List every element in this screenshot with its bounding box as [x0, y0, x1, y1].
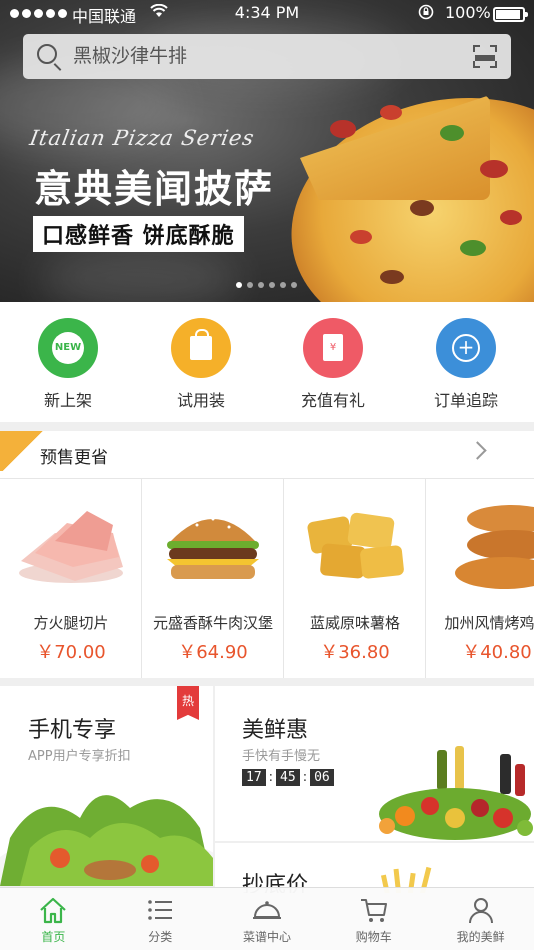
product-name: 元盛香酥牛肉汉堡: [152, 614, 273, 632]
pager-dot[interactable]: [247, 282, 253, 288]
salad-image: [0, 795, 213, 886]
banner-pager[interactable]: [236, 282, 297, 288]
product-list: 方火腿切片 ￥70.00 元盛香酥牛肉汉堡 ￥64.90 蓝威原味薯格 ￥36.…: [0, 479, 534, 678]
pager-dot[interactable]: [269, 282, 275, 288]
search-icon: [37, 44, 57, 64]
product-price: ￥70.00: [36, 642, 106, 663]
quick-link-label: 试用装: [176, 391, 225, 410]
search-input[interactable]: [73, 42, 453, 70]
countdown-timer: 17 : 45 : 06: [242, 769, 334, 786]
bottom-tab-bar: 首页 分类 菜谱中心 购物车 我的美鲜: [0, 887, 534, 950]
battery-percent: 100%: [445, 3, 491, 22]
pager-dot[interactable]: [291, 282, 297, 288]
tab-recipes[interactable]: 菜谱中心: [214, 888, 321, 950]
timer-minutes: 45: [276, 769, 300, 786]
product-image: [167, 517, 259, 579]
list-icon: [145, 896, 175, 924]
quick-link-new-arrivals[interactable]: NEW 新上架: [13, 318, 123, 411]
product-price: ￥64.90: [178, 642, 248, 663]
product-name: 方火腿切片: [33, 614, 109, 632]
search-bar[interactable]: [23, 34, 511, 79]
promo-title: 美鲜惠: [242, 718, 309, 743]
promo-flash-deals[interactable]: 美鲜惠 手快有手慢无 17 : 45 : 06: [215, 686, 534, 841]
battery-icon: [493, 7, 528, 22]
promo-banner[interactable]: 中国联通 4:34 PM 100% Italian Pizza Series 意…: [0, 0, 534, 302]
presale-section: 预售更省 方火腿切片 ￥70.00 元盛香酥牛肉汉堡 ￥64.90 蓝威原味薯格…: [0, 431, 534, 678]
shopping-bag-icon: [171, 318, 231, 378]
promo-subtitle: APP用户专享折扣: [28, 749, 131, 764]
quick-link-label: 订单追踪: [433, 391, 498, 410]
banner-headline: 意典美闻披萨: [34, 166, 275, 211]
tab-cart[interactable]: 购物车: [320, 888, 427, 950]
product-image: [307, 512, 404, 579]
promo-title: 手机专享: [28, 718, 117, 743]
hot-badge: 热: [177, 686, 199, 720]
timer-hours: 17: [242, 769, 266, 786]
quick-link-trial-size[interactable]: 试用装: [146, 318, 256, 411]
timer-seconds: 06: [310, 769, 334, 786]
promo-mobile-exclusive[interactable]: 手机专享 APP用户专享折扣 热: [0, 686, 213, 886]
tab-category[interactable]: 分类: [107, 888, 214, 950]
tab-home[interactable]: 首页: [0, 888, 107, 950]
quick-link-order-tracking[interactable]: + 订单追踪: [411, 318, 521, 411]
user-icon: [466, 896, 496, 924]
chevron-right-icon[interactable]: [468, 441, 487, 460]
banner-script-title: Italian Pizza Series: [27, 126, 257, 150]
banner-tagline: 口感鲜香 饼底酥脆: [33, 216, 244, 252]
quick-link-label: 充值有礼: [300, 391, 365, 410]
tab-my-account[interactable]: 我的美鲜: [427, 888, 534, 950]
tab-label: 我的美鲜: [456, 930, 505, 944]
quick-link-recharge-gift[interactable]: ¥ 充值有礼: [278, 318, 388, 411]
product-card[interactable]: 加州风情烤鸡翅 ￥40.80: [426, 479, 534, 678]
cloche-icon: [252, 896, 282, 924]
product-card[interactable]: 方火腿切片 ￥70.00: [0, 479, 142, 678]
scan-icon[interactable]: [473, 45, 497, 68]
presale-header[interactable]: 预售更省: [0, 431, 534, 479]
cart-icon: [359, 896, 389, 924]
product-name: 加州风情烤鸡翅: [444, 614, 534, 632]
quick-link-label: 新上架: [43, 391, 92, 410]
pager-dot[interactable]: [280, 282, 286, 288]
product-image: [19, 511, 123, 583]
tab-label: 分类: [148, 930, 173, 944]
promo-subtitle: 手快有手慢无: [242, 749, 321, 764]
promo-bottom-price[interactable]: 抄底价: [215, 843, 534, 893]
groceries-image: [379, 746, 533, 840]
tab-label: 购物车: [355, 930, 392, 944]
pager-dot[interactable]: [236, 282, 242, 288]
rotation-lock-icon: [418, 4, 434, 24]
product-price: ￥40.80: [462, 642, 532, 663]
pager-dot[interactable]: [258, 282, 264, 288]
quick-links: NEW 新上架 试用装 ¥ 充值有礼 + 订单追踪: [0, 302, 534, 422]
product-price: ￥36.80: [320, 642, 390, 663]
tab-label: 首页: [41, 930, 66, 944]
product-image: [455, 505, 534, 589]
status-bar: 中国联通 4:34 PM 100%: [0, 0, 534, 28]
product-card[interactable]: 蓝威原味薯格 ￥36.80: [284, 479, 426, 678]
home-icon: [38, 896, 68, 924]
app-screen: 中国联通 4:34 PM 100% Italian Pizza Series 意…: [0, 0, 534, 950]
product-name: 蓝威原味薯格: [309, 614, 400, 632]
tab-label: 菜谱中心: [242, 930, 291, 944]
red-envelope-icon: ¥: [303, 318, 363, 378]
new-badge-icon: NEW: [38, 318, 98, 378]
product-card[interactable]: 元盛香酥牛肉汉堡 ￥64.90: [142, 479, 284, 678]
crosshair-icon: +: [436, 318, 496, 378]
section-title: 预售更省: [40, 448, 108, 468]
